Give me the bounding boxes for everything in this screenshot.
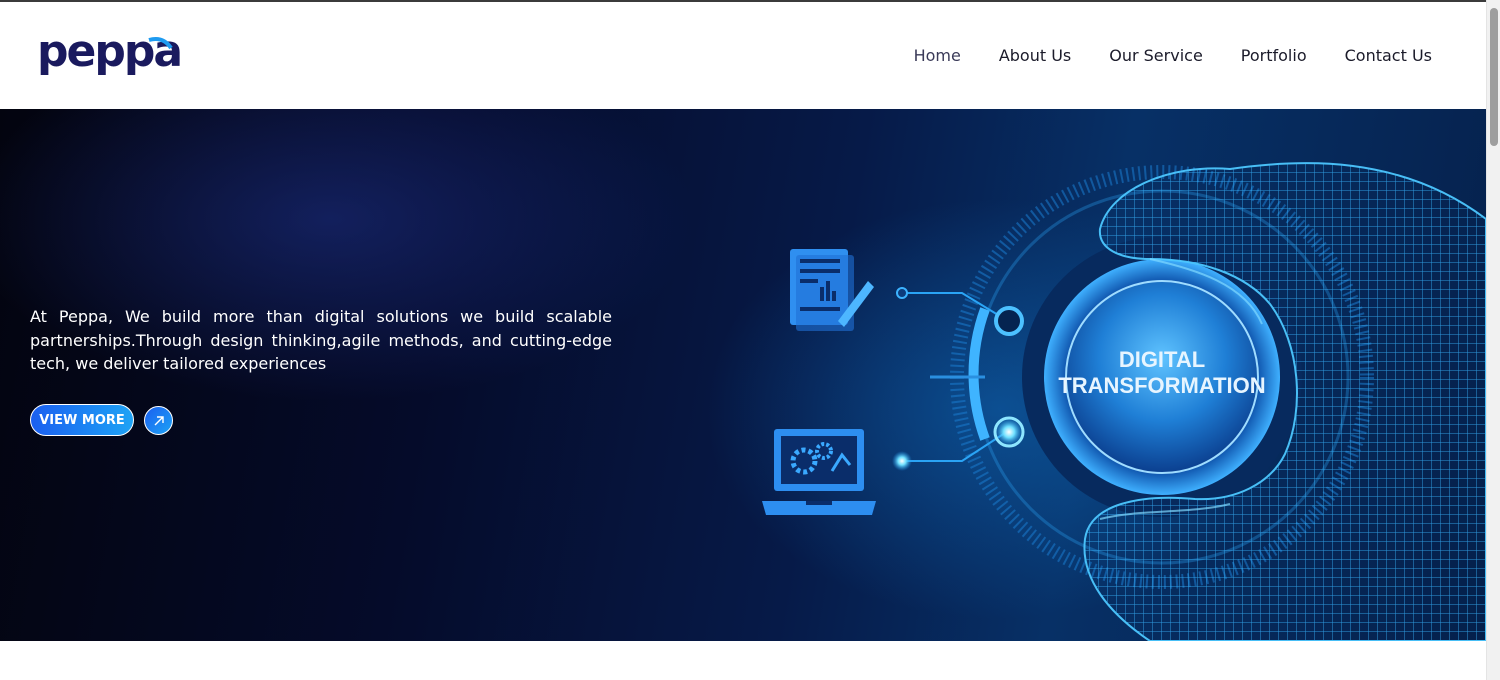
connector-node-bottom bbox=[892, 451, 912, 471]
nav-our-service[interactable]: Our Service bbox=[1109, 46, 1203, 66]
hero-banner: DIGITAL TRANSFORMATION At Peppa, We buil… bbox=[0, 109, 1486, 641]
logo-mark: peppa bbox=[37, 26, 183, 77]
nav-home[interactable]: Home bbox=[914, 46, 961, 66]
logo-wordmark: peppa bbox=[37, 28, 181, 77]
document-chart-icon bbox=[790, 249, 874, 331]
laptop-gears-icon bbox=[762, 429, 876, 515]
nav-about-us[interactable]: About Us bbox=[999, 46, 1071, 66]
dial-left-arc bbox=[968, 307, 990, 441]
view-more-button[interactable]: VIEW MORE bbox=[30, 404, 134, 436]
nav-contact-us[interactable]: Contact Us bbox=[1345, 46, 1432, 66]
peppa-logo[interactable]: peppa bbox=[37, 26, 187, 78]
dial-label-transformation: TRANSFORMATION bbox=[1058, 373, 1265, 398]
connector-node-top bbox=[896, 287, 908, 299]
arrow-up-right-icon[interactable] bbox=[144, 406, 173, 435]
arrow-glyph bbox=[154, 415, 164, 425]
hero-description: At Peppa, We build more than digital sol… bbox=[30, 307, 612, 373]
nav-portfolio[interactable]: Portfolio bbox=[1241, 46, 1307, 66]
scrollbar-thumb[interactable] bbox=[1490, 8, 1498, 146]
site-header: peppa Home About Us Our Service Portfoli… bbox=[0, 2, 1486, 109]
main-navigation: Home About Us Our Service Portfolio Cont… bbox=[876, 46, 1432, 66]
dial-node-top bbox=[994, 306, 1024, 336]
dial-node-bottom bbox=[993, 416, 1025, 448]
page-content-below bbox=[0, 641, 1486, 680]
vertical-scrollbar[interactable] bbox=[1486, 0, 1500, 680]
dial-label-digital: DIGITAL bbox=[1119, 347, 1205, 372]
